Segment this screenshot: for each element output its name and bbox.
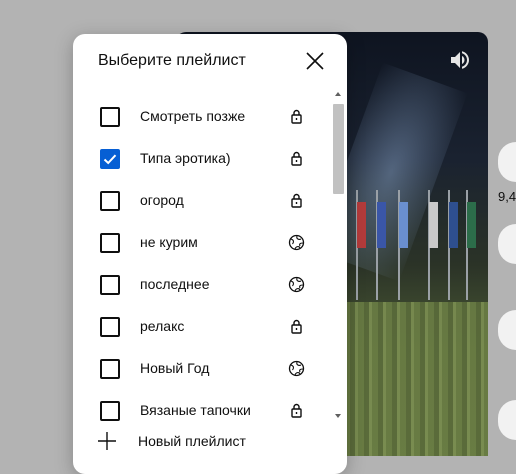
scrollbar[interactable] (332, 92, 346, 418)
playlist-item[interactable]: релакс (73, 306, 333, 348)
checkbox[interactable] (100, 107, 120, 127)
lock-icon (288, 318, 305, 335)
lock-icon (288, 192, 305, 209)
new-playlist-button[interactable]: Новый плейлист (93, 430, 323, 454)
playlist-label: Смотреть позже (140, 108, 246, 124)
dialog-title: Выберите плейлист (98, 52, 246, 69)
volume-icon[interactable] (448, 48, 472, 72)
scroll-thumb[interactable] (333, 104, 344, 194)
side-action-button[interactable] (498, 224, 516, 264)
flag (399, 202, 408, 248)
playlist-item[interactable]: последнее (73, 264, 333, 306)
playlist-item[interactable]: Типа эротика) (73, 138, 333, 180)
playlist-item[interactable]: Смотреть позже (73, 96, 333, 138)
flag (449, 202, 458, 248)
scroll-up-arrow[interactable] (335, 92, 341, 96)
checkbox[interactable] (100, 359, 120, 379)
close-icon[interactable] (302, 48, 328, 74)
checkbox[interactable] (100, 233, 120, 253)
side-count: 9,4 (498, 189, 516, 204)
playlist-item[interactable]: огород (73, 180, 333, 222)
lock-icon (288, 150, 305, 167)
checkbox[interactable] (100, 317, 120, 337)
globe-icon (288, 234, 305, 251)
playlist-label: Типа эротика) (140, 150, 231, 166)
flag (357, 202, 366, 248)
plus-icon (98, 432, 116, 450)
side-action-button[interactable] (498, 310, 516, 350)
playlist-label: огород (140, 192, 184, 208)
globe-icon (288, 360, 305, 377)
scroll-down-arrow[interactable] (335, 414, 341, 418)
playlist-item[interactable]: не курим (73, 222, 333, 264)
flag (429, 202, 438, 248)
checkbox[interactable] (100, 191, 120, 211)
checkbox[interactable] (100, 401, 120, 421)
playlist-label: последнее (140, 276, 210, 292)
save-to-playlist-dialog: Выберите плейлист Смотреть позже Типа эро… (73, 34, 347, 474)
checkbox-checked[interactable] (100, 149, 120, 169)
playlist-item[interactable]: Новый Год (73, 348, 333, 390)
globe-icon (288, 276, 305, 293)
playlist-item[interactable]: Вязаные тапочки (73, 390, 333, 432)
playlist-label: релакс (140, 318, 185, 334)
lock-icon (288, 402, 305, 419)
playlist-label: Новый Год (140, 360, 210, 376)
playlist-label: не курим (140, 234, 198, 250)
flag (377, 202, 386, 248)
flag (467, 202, 476, 248)
lock-icon (288, 108, 305, 125)
new-playlist-label: Новый плейлист (138, 433, 246, 449)
side-action-button[interactable] (498, 400, 516, 440)
side-action-button[interactable] (498, 142, 516, 182)
checkbox[interactable] (100, 275, 120, 295)
playlist-label: Вязаные тапочки (140, 402, 251, 418)
